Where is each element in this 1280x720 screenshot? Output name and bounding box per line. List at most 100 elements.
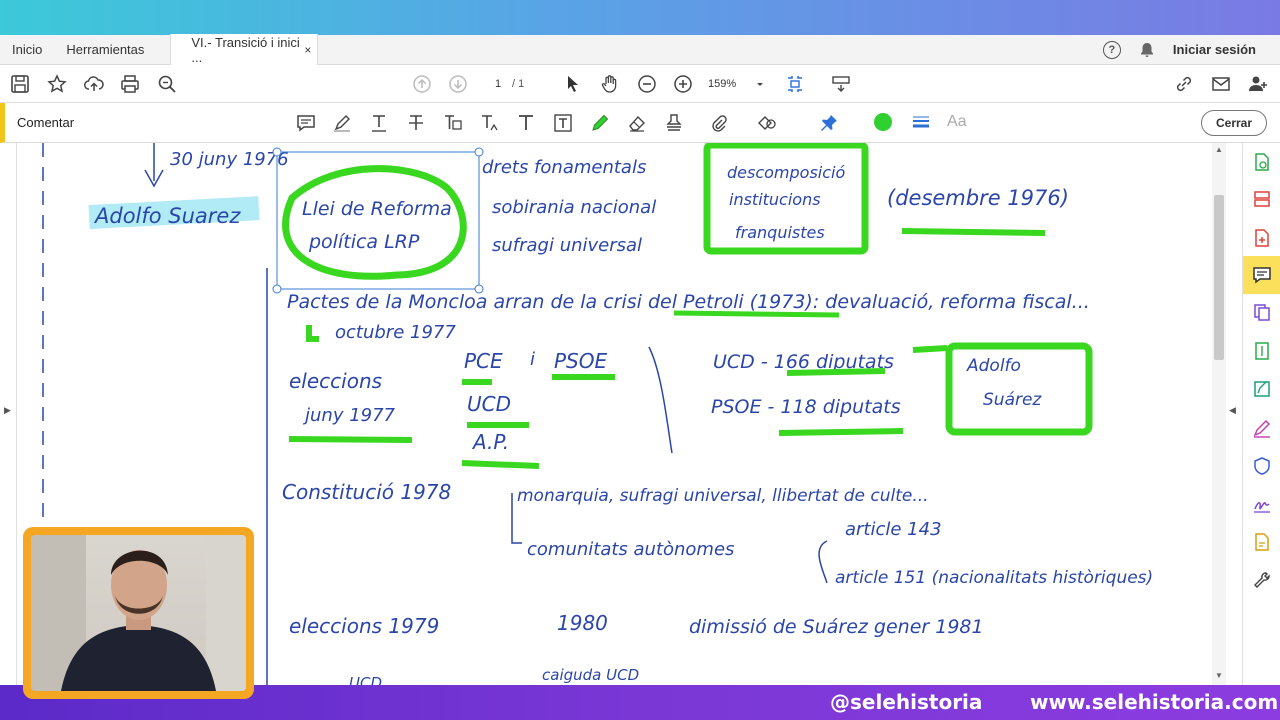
zoom-out-icon[interactable]: [637, 74, 657, 94]
select-cursor-icon[interactable]: [563, 74, 583, 94]
add-user-icon[interactable]: [1248, 74, 1268, 94]
eleccions-text: eleccions: [289, 369, 382, 393]
ap-text: A.P.: [471, 430, 509, 454]
send-for-review-icon[interactable]: [1243, 527, 1280, 557]
draw-pencil-icon[interactable]: [589, 112, 611, 134]
sobirania-text: sobirania nacional: [492, 197, 656, 218]
scroll-down-icon[interactable]: ▼: [1215, 671, 1223, 680]
selection-box: [276, 151, 480, 290]
year80-text: 1980: [557, 611, 608, 635]
highlight-pen-icon[interactable]: [331, 112, 353, 134]
comment-mode-label: Comentar: [17, 115, 75, 130]
scroll-up-icon[interactable]: ▲: [1215, 145, 1223, 154]
share-link-icon[interactable]: [1174, 74, 1194, 94]
zoom-search-icon[interactable]: [157, 74, 177, 94]
article-143: article 143: [845, 519, 942, 540]
signin-button[interactable]: Iniciar sesión: [1173, 42, 1256, 57]
green-underline-crisi: [673, 310, 840, 318]
zoom-in-icon[interactable]: [673, 74, 693, 94]
descomp-1: descomposició: [727, 163, 845, 182]
pin-icon[interactable]: [818, 112, 840, 134]
tab-home[interactable]: Inicio: [0, 35, 54, 65]
expand-left-panel-icon[interactable]: ▶: [4, 405, 11, 416]
hand-tool-icon[interactable]: [600, 74, 620, 94]
fit-page-icon[interactable]: [785, 74, 805, 94]
descomp-3: franquistes: [735, 223, 825, 242]
llei-line-1: Llei de Reforma: [302, 198, 452, 220]
vertical-scrollbar[interactable]: ▲ ▼: [1212, 143, 1226, 685]
tab-document-label: VI.- Transició i inici ...: [191, 34, 300, 65]
help-icon[interactable]: ?: [1102, 40, 1121, 59]
sufragi-text: sufragi universal: [492, 235, 642, 256]
dimissio-text: dimissió de Suárez gener 1981: [689, 616, 984, 638]
drets-text: drets fonamentals: [482, 157, 646, 178]
caiguda-text: caiguda UCD: [542, 666, 639, 684]
collapse-right-panel-icon[interactable]: ◀: [1229, 405, 1236, 416]
text-size-label[interactable]: Aa: [947, 113, 967, 131]
attach-file-icon[interactable]: [708, 112, 730, 134]
article-151: article 151 (nacionalitats històriques): [835, 568, 1153, 588]
zoom-level[interactable]: 159%: [708, 74, 736, 94]
presenter-video: [31, 535, 246, 691]
tab-document[interactable]: VI.- Transició i inici ... ×: [170, 34, 319, 65]
request-signature-icon[interactable]: [1243, 489, 1280, 519]
webcam-overlay: [23, 527, 254, 699]
strikethrough-text-icon[interactable]: [405, 112, 427, 134]
page-total: / 1: [512, 78, 525, 90]
psoe-text: PSOE: [554, 349, 607, 373]
descomp-2: institucions: [729, 190, 821, 209]
color-picker[interactable]: [874, 113, 892, 131]
tab-bar: Inicio Herramientas VI.- Transició i ini…: [0, 34, 1280, 65]
scroll-thumb[interactable]: [1214, 195, 1224, 360]
ucd-text: UCD: [467, 392, 511, 416]
adolfo-text: Adolfo Suarez: [93, 204, 241, 228]
edit-pdf-icon[interactable]: [1243, 374, 1280, 404]
juny77-text: juny 1977: [302, 405, 396, 426]
comment-tool-icon[interactable]: [1243, 256, 1280, 294]
export-pdf-icon[interactable]: [1243, 147, 1280, 177]
fill-sign-icon[interactable]: [1243, 413, 1280, 443]
combine-files-icon[interactable]: [1243, 297, 1280, 327]
right-tools-panel: [1242, 143, 1280, 685]
bell-icon[interactable]: [1139, 42, 1155, 58]
organize-pages-icon[interactable]: [1243, 184, 1280, 214]
stamp-icon[interactable]: [663, 112, 685, 134]
website-url: www.selehistoria.com: [1030, 690, 1279, 714]
next-page-icon[interactable]: [448, 74, 468, 94]
social-handle: @selehistoria: [830, 690, 983, 714]
comunitats-text: comunitats autònomes: [527, 539, 734, 560]
more-tools-icon[interactable]: [1243, 565, 1280, 595]
window-top-banner: [0, 0, 1280, 35]
compress-pdf-icon[interactable]: [1243, 336, 1280, 366]
octubre-text: octubre 1977: [335, 322, 456, 343]
pce-text: PCE: [464, 349, 503, 373]
underline-text-icon[interactable]: [368, 112, 390, 134]
star-icon[interactable]: [47, 74, 67, 94]
i-text: i: [530, 349, 535, 370]
shapes-icon[interactable]: [756, 112, 778, 134]
email-icon[interactable]: [1211, 74, 1231, 94]
replace-text-icon[interactable]: [442, 112, 464, 134]
add-text-icon[interactable]: [515, 112, 537, 134]
close-comment-button[interactable]: Cerrar: [1201, 110, 1267, 136]
save-icon[interactable]: [10, 74, 30, 94]
protect-shield-icon[interactable]: [1243, 451, 1280, 481]
ucd-bottom-text: UCD: [349, 674, 382, 685]
line-thickness-icon[interactable]: [910, 112, 932, 134]
create-pdf-icon[interactable]: [1243, 223, 1280, 253]
insert-text-icon[interactable]: [479, 112, 501, 134]
prev-page-icon[interactable]: [412, 74, 432, 94]
left-panel-rail: ▶: [0, 143, 17, 685]
page-number-input[interactable]: 1: [480, 74, 516, 94]
zoom-dropdown-chevron-icon[interactable]: [750, 74, 770, 94]
text-box-icon[interactable]: [552, 112, 574, 134]
scroll-mode-icon[interactable]: [831, 74, 851, 94]
eleccions79-text: eleccions 1979: [289, 614, 439, 638]
llei-line-2: política LRP: [308, 231, 420, 253]
print-icon[interactable]: [120, 74, 140, 94]
tab-tools[interactable]: Herramientas: [54, 35, 156, 65]
sticky-note-icon[interactable]: [295, 112, 317, 134]
upload-cloud-icon[interactable]: [84, 74, 104, 94]
tab-close-icon[interactable]: ×: [304, 43, 311, 57]
eraser-icon[interactable]: [626, 112, 648, 134]
